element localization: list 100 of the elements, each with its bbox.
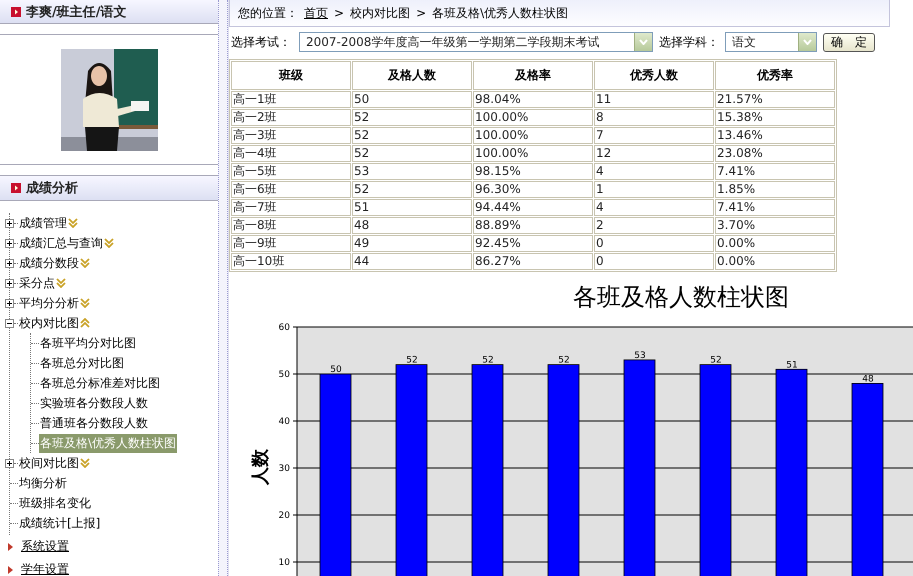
table-cell: 高一4班	[231, 145, 351, 162]
y-tick-label: 60	[278, 323, 290, 333]
collapse-icon[interactable]	[5, 318, 14, 328]
y-tick-label: 10	[278, 558, 290, 568]
tree-item[interactable]: 班级排名变化	[18, 494, 92, 512]
table-cell: 4	[594, 199, 714, 216]
confirm-button[interactable]: 确 定	[823, 32, 875, 52]
table-cell: 100.00%	[473, 109, 593, 126]
tree-item[interactable]: 实验班各分数段人数	[39, 394, 149, 412]
table-cell: 0.00%	[715, 253, 835, 270]
table-cell: 高一3班	[231, 127, 351, 144]
subject-select[interactable]: 语文	[725, 32, 817, 52]
arrow-icon	[8, 566, 13, 574]
table-cell: 44	[352, 253, 472, 270]
table-cell: 100.00%	[473, 145, 593, 162]
table-cell: 86.27%	[473, 253, 593, 270]
column-header: 优秀率	[715, 61, 835, 90]
menu-link[interactable]: 学年设置	[21, 561, 69, 576]
table-cell: 高一7班	[231, 199, 351, 216]
data-label: 52	[482, 356, 494, 366]
table-cell: 23.08%	[715, 145, 835, 162]
column-header: 优秀人数	[594, 61, 714, 90]
data-label: 51	[786, 360, 798, 370]
section-title: 成绩分析	[26, 180, 78, 197]
field-label: 选择学科：	[659, 34, 720, 50]
table-cell: 8	[594, 109, 714, 126]
expand-icon[interactable]	[5, 298, 14, 308]
column-header: 及格人数	[352, 61, 472, 90]
table-cell: 高一9班	[231, 235, 351, 252]
y-tick-label: 50	[278, 370, 290, 380]
data-label: 53	[634, 350, 646, 361]
table-cell: 1.85%	[715, 181, 835, 198]
expand-icon[interactable]	[5, 278, 14, 288]
menu-link[interactable]: 系统设置	[21, 538, 69, 555]
bullet-icon	[11, 183, 21, 193]
arrow-icon	[8, 542, 13, 550]
tree-item[interactable]: 成绩管理	[18, 214, 68, 232]
tree-item[interactable]: 成绩分数段	[18, 254, 80, 272]
field-label: 选择考试：	[231, 34, 292, 50]
breadcrumb-item: 各班及格\优秀人数柱状图	[432, 4, 568, 22]
tree-item[interactable]: 各班总分标准差对比图	[39, 374, 161, 392]
y-axis-label: 人数	[250, 449, 271, 485]
table-cell: 52	[352, 181, 472, 198]
chevron-down-icon	[104, 238, 114, 248]
expand-icon[interactable]	[5, 238, 14, 248]
column-header: 及格率	[473, 61, 593, 90]
table-cell: 92.45%	[473, 235, 593, 252]
breadcrumb-prefix: 您的位置：	[238, 4, 298, 22]
data-label: 52	[406, 356, 418, 366]
table-cell: 高一1班	[231, 91, 351, 108]
tree-item[interactable]: 采分点	[18, 274, 56, 292]
table-cell: 1	[594, 181, 714, 198]
tree-item[interactable]: 平均分分析	[18, 294, 80, 312]
table-cell: 高一10班	[231, 253, 351, 270]
expand-icon[interactable]	[5, 258, 14, 268]
table-cell: 0	[594, 253, 714, 270]
table-cell: 49	[352, 235, 472, 252]
table-cell: 7.41%	[715, 163, 835, 180]
table-cell: 48	[352, 217, 472, 234]
tree-item[interactable]: 校间对比图	[18, 454, 80, 472]
table-cell: 高一5班	[231, 163, 351, 180]
table-cell: 52	[352, 109, 472, 126]
table-cell: 52	[352, 127, 472, 144]
expand-icon[interactable]	[5, 458, 14, 468]
chevron-down-icon	[80, 458, 90, 468]
breadcrumb-separator: >	[334, 6, 344, 20]
chevron-down-icon	[56, 278, 66, 288]
table-cell: 53	[352, 163, 472, 180]
breadcrumb-item: 校内对比图	[350, 4, 410, 22]
bullet-icon	[11, 6, 21, 16]
table-cell: 11	[594, 91, 714, 108]
table-cell: 50	[352, 91, 472, 108]
table-cell: 高一2班	[231, 109, 351, 126]
tree-item[interactable]: 均衡分析	[18, 474, 68, 492]
data-label: 50	[330, 365, 342, 375]
tree-item[interactable]: 普通班各分数段人数	[39, 414, 149, 432]
tree-item[interactable]: 校内对比图	[18, 314, 80, 332]
table-cell: 12	[594, 145, 714, 162]
table-cell: 高一6班	[231, 181, 351, 198]
table-cell: 3.70%	[715, 217, 835, 234]
table-cell: 4	[594, 163, 714, 180]
data-label: 48	[862, 374, 874, 384]
table-cell: 13.46%	[715, 127, 835, 144]
tree-item[interactable]: 成绩统计[上报]	[18, 514, 102, 532]
table-cell: 0	[594, 235, 714, 252]
table-cell: 96.30%	[473, 181, 593, 198]
table-cell: 88.89%	[473, 217, 593, 234]
data-label: 52	[710, 356, 722, 366]
tree-item[interactable]: 成绩汇总与查询	[18, 234, 104, 252]
tree-item[interactable]: 各班总分对比图	[39, 354, 125, 372]
exam-select[interactable]: 2007-2008学年度高一年级第一学期第二学段期末考试	[299, 32, 653, 52]
breadcrumb-link[interactable]: 首页	[304, 4, 328, 22]
table-cell: 98.04%	[473, 91, 593, 108]
table-cell: 7.41%	[715, 199, 835, 216]
tree-item[interactable]: 各班平均分对比图	[39, 334, 137, 352]
breadcrumb-separator: >	[416, 6, 426, 20]
table-cell: 52	[352, 145, 472, 162]
table-cell: 94.44%	[473, 199, 593, 216]
expand-icon[interactable]	[5, 218, 14, 228]
table-cell: 98.15%	[473, 163, 593, 180]
